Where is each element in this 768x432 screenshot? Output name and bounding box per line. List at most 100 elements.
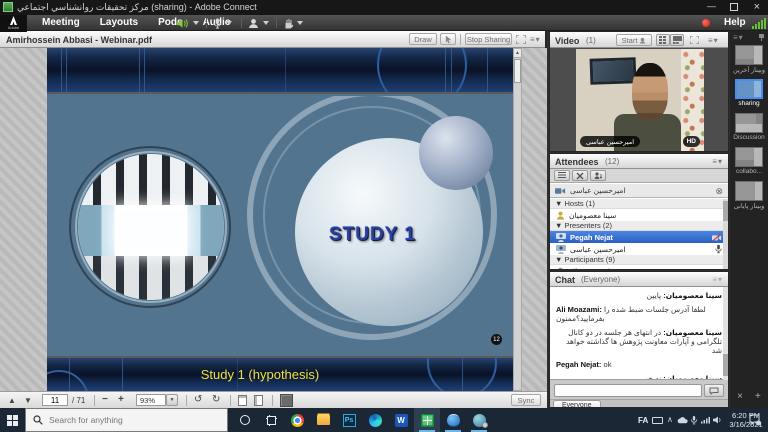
language-indicator[interactable]: FA <box>638 416 648 425</box>
layout-item[interactable]: وبینار پایانی <box>730 181 768 215</box>
close-button[interactable]: × <box>754 1 760 13</box>
attendee-row-presenter[interactable]: امیرحسین عباسی <box>550 243 726 255</box>
send-message-button[interactable] <box>704 384 724 397</box>
taskbar-search[interactable] <box>25 408 228 432</box>
add-layout-icon[interactable]: + <box>755 391 761 402</box>
slide-small-sphere-graphic <box>419 116 493 190</box>
grid-view-button[interactable] <box>656 34 670 46</box>
attendee-row-participant[interactable]: Ali Moazami <box>550 265 726 270</box>
attendees-scrollbar[interactable] <box>723 199 728 270</box>
chat-input[interactable] <box>554 384 702 397</box>
notification-icon[interactable] <box>749 414 761 426</box>
attendee-row-host[interactable]: سینا معصومیان <box>550 209 726 221</box>
video-pod-menu-icon[interactable]: ≡▾ <box>708 36 719 45</box>
mic-control[interactable] <box>213 16 232 30</box>
thumbnail-view-button[interactable] <box>280 394 293 407</box>
attendees-pod-menu-icon[interactable]: ≡▾ <box>712 157 723 166</box>
network-tray-icon[interactable] <box>701 417 710 424</box>
tray-expand-icon[interactable]: ∧ <box>667 415 673 424</box>
layout-thumbnail[interactable] <box>735 147 763 167</box>
chat-scrollbar[interactable] <box>723 287 728 380</box>
taskbar-app-messenger[interactable] <box>466 408 492 432</box>
taskbar-app-globe[interactable] <box>440 408 466 432</box>
pointer-button[interactable] <box>440 33 456 45</box>
sync-button[interactable]: Sync <box>511 394 541 406</box>
cortana-button[interactable] <box>232 408 258 432</box>
layout-thumbnail[interactable] <box>735 113 763 133</box>
presenters-group-header[interactable]: ▼ Presenters (2) <box>550 221 726 231</box>
draw-button[interactable]: Draw <box>409 33 437 45</box>
dismiss-active-speaker-icon[interactable]: ⊗ <box>715 186 723 197</box>
scrollbar-thumb[interactable] <box>723 354 728 376</box>
maximize-button[interactable] <box>730 3 738 11</box>
task-view-button[interactable] <box>258 408 284 432</box>
speaker-icon <box>176 18 189 29</box>
fullscreen-icon[interactable] <box>516 35 526 44</box>
raise-hand-dropdown-icon[interactable] <box>297 21 303 25</box>
page-down-button[interactable]: ▼ <box>24 396 32 405</box>
list-view-icon <box>558 172 566 179</box>
search-input[interactable] <box>49 415 199 425</box>
chat-pod-menu-icon[interactable]: ≡▾ <box>712 275 723 284</box>
raise-hand-control[interactable] <box>283 16 303 30</box>
taskbar-app-word[interactable]: W <box>388 408 414 432</box>
scrollbar-thumb[interactable] <box>514 59 521 83</box>
layout-item-selected[interactable]: sharing <box>730 79 768 113</box>
start-button[interactable] <box>0 408 24 432</box>
taskbar-app-explorer[interactable] <box>310 408 336 432</box>
zoom-level-value[interactable]: 93% <box>136 394 166 406</box>
rotate-left-button[interactable]: ↺ <box>194 394 202 405</box>
mic-dropdown-icon[interactable] <box>226 21 232 25</box>
taskbar-app-active-meeting[interactable] <box>414 408 440 432</box>
delete-layout-icon[interactable]: × <box>737 391 743 402</box>
layouts-panel-menu-icon[interactable]: ≡▾ <box>733 33 744 42</box>
speaker-control[interactable] <box>176 16 199 30</box>
taskbar-app-chrome[interactable] <box>284 408 310 432</box>
share-pod-menu-icon[interactable]: ≡▾ <box>530 35 541 44</box>
fit-page-icon[interactable] <box>238 395 247 406</box>
fullscreen-icon[interactable] <box>690 36 699 44</box>
layout-thumbnail[interactable] <box>735 181 763 201</box>
menu-meeting[interactable]: Meeting <box>32 15 90 31</box>
menu-layouts[interactable]: Layouts <box>90 15 148 31</box>
zoom-dropdown-icon[interactable]: ▼ <box>166 394 178 406</box>
speaker-dropdown-icon[interactable] <box>193 21 199 25</box>
participants-group-header[interactable]: ▼ Participants (9) <box>550 255 726 265</box>
filmstrip-view-button[interactable] <box>670 34 684 46</box>
windows-logo-icon <box>7 415 18 426</box>
onedrive-tray-icon[interactable] <box>677 417 688 424</box>
chat-tab-everyone[interactable]: Everyone <box>553 400 601 408</box>
scroll-up-icon[interactable]: ▲ <box>514 49 521 58</box>
minimize-button[interactable]: — <box>707 1 716 11</box>
list-view-button[interactable] <box>554 170 570 181</box>
layout-thumbnail[interactable] <box>735 79 763 99</box>
layout-item[interactable]: collabo... <box>730 147 768 181</box>
volume-tray-icon[interactable] <box>713 416 722 424</box>
layout-thumbnail[interactable] <box>735 45 763 65</box>
zoom-out-button[interactable]: − <box>102 394 108 405</box>
mic-tray-icon[interactable] <box>691 416 697 425</box>
page-up-button[interactable]: ▲ <box>8 396 16 405</box>
zoom-in-button[interactable]: + <box>118 394 124 405</box>
help-menu[interactable]: Help <box>724 17 746 28</box>
pin-panel-icon[interactable] <box>758 34 765 41</box>
taskbar-app-edge[interactable] <box>362 408 388 432</box>
rotate-right-button[interactable]: ↻ <box>212 394 220 405</box>
layout-item[interactable]: Discussion <box>730 113 768 147</box>
webcam-dropdown-icon[interactable] <box>263 21 269 25</box>
page-number-input[interactable] <box>42 394 68 406</box>
fit-width-icon[interactable] <box>254 395 263 406</box>
taskbar-app-photoshop[interactable]: Ps <box>336 408 362 432</box>
attendee-row-presenter-selected[interactable]: Pegah Nejat <box>550 231 726 243</box>
slide-scrollbar[interactable]: ▲ <box>513 48 522 391</box>
hosts-group-header[interactable]: ▼ Hosts (1) <box>550 199 726 209</box>
stop-sharing-button[interactable]: Stop Sharing <box>465 33 512 45</box>
start-webcam-button[interactable]: Start <box>616 34 652 46</box>
breakout-view-button[interactable] <box>572 170 588 181</box>
pdf-nav-toolbar: ▲ ▼ / 71 − + 93% ▼ ↺ ↻ Sync <box>0 391 547 408</box>
layout-item[interactable]: وبینار آخرین <box>730 45 768 79</box>
keyboard-tray-icon[interactable] <box>652 417 663 424</box>
sort-attendees-button[interactable] <box>590 170 606 181</box>
scrollbar-thumb[interactable] <box>723 201 728 221</box>
webcam-control[interactable] <box>248 16 269 30</box>
